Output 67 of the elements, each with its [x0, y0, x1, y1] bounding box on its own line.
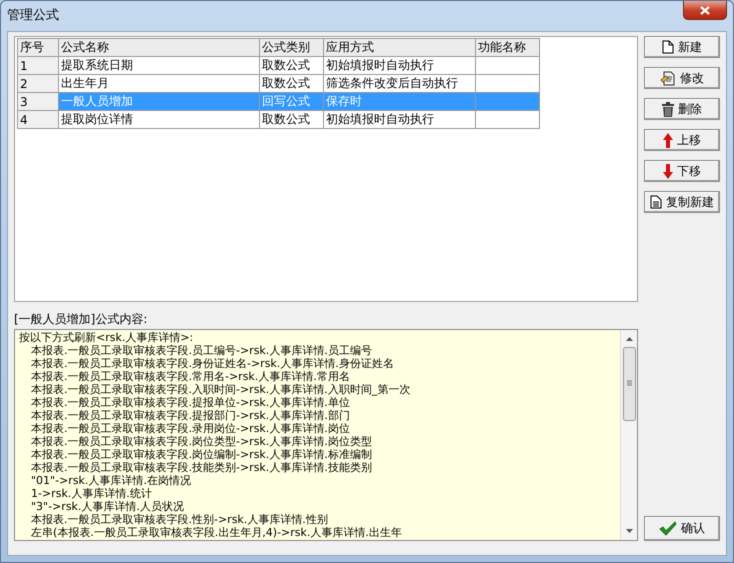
column-header[interactable]: 序号 [18, 38, 58, 56]
formula-line: 本报表.一般员工录取审核表字段.员工编号->rsk.人事库详情.员工编号 [30, 344, 373, 357]
table-row[interactable]: 1 提取系统日期 取数公式 初始填报时自动执行 [18, 56, 540, 74]
content-label: [一般人员增加]公式内容: [14, 311, 148, 328]
table-cell: 保存时 [324, 92, 476, 110]
table-row[interactable]: 4 提取岗位详情 取数公式 初始填报时自动执行 [18, 110, 540, 128]
formula-line: 本报表.一般员工录取审核表字段.岗位类型->rsk.人事库详情.岗位类型 [30, 435, 373, 448]
document-icon [650, 195, 662, 209]
table-cell [476, 110, 540, 128]
formula-line: "01"->rsk.人事库详情.在岗情况 [30, 474, 192, 487]
confirm-button[interactable]: 确认 [644, 516, 720, 541]
table-cell [476, 56, 540, 74]
formula-text-area[interactable] [14, 329, 638, 541]
checkmark-icon [659, 521, 677, 536]
table-cell: 取数公式 [260, 110, 324, 128]
table-cell: 取数公式 [260, 56, 324, 74]
table-cell: 2 [18, 74, 58, 92]
table-cell: 初始填报时自动执行 [324, 56, 476, 74]
table-cell: 取数公式 [260, 74, 324, 92]
table-row[interactable]: 2 出生年月 取数公式 筛选条件改变后自动执行 [18, 74, 540, 92]
table-cell: 出生年月 [58, 74, 260, 92]
table-cell: 1 [18, 56, 58, 74]
table-cell: 提取系统日期 [58, 56, 260, 74]
table-cell: 初始填报时自动执行 [324, 110, 476, 128]
trash-icon [662, 102, 674, 116]
table-cell: 回写公式 [260, 92, 324, 110]
table-cell: 筛选条件改变后自动执行 [324, 74, 476, 92]
formula-line: 本报表.一般员工录取审核表字段.录用岗位->rsk.人事库详情.岗位 [30, 422, 351, 435]
toolbar-button[interactable]: 上移 [644, 129, 720, 151]
table-cell: 一般人员增加 [58, 92, 260, 110]
close-icon [700, 6, 710, 14]
table-cell: 4 [18, 110, 58, 128]
document-pencil-icon [660, 70, 676, 86]
formula-line: 本报表.一般员工录取审核表字段.提报单位->rsk.人事库详情.单位 [30, 396, 351, 409]
formula-line: 1->rsk.人事库详情.统计 [30, 487, 153, 500]
formula-line: "3"->rsk.人事库详情.人员状况 [30, 500, 185, 513]
arrow-down-icon [663, 164, 673, 178]
toolbar-button[interactable]: 新建 [644, 36, 720, 58]
toolbar-button[interactable]: 复制新建 [644, 191, 720, 213]
table-cell: 提取岗位详情 [58, 110, 260, 128]
column-header[interactable]: 公式类别 [260, 38, 324, 56]
table-row[interactable]: 3 一般人员增加 回写公式 保存时 [18, 92, 540, 110]
column-header[interactable]: 公式名称 [58, 38, 260, 56]
formula-line: 本报表.一般员工录取审核表字段.入职时间->rsk.人事库详情.入职时间_第一次 [30, 383, 412, 396]
arrow-up-icon [663, 132, 673, 148]
close-button[interactable] [683, 1, 727, 20]
window-title: 管理公式 [7, 7, 59, 24]
formula-line: 本报表.一般员工录取审核表字段.常用名->rsk.人事库详情.常用名 [30, 370, 351, 383]
toolbar-button[interactable]: 下移 [644, 160, 720, 182]
scroll-down-icon[interactable] [626, 529, 632, 533]
formula-line: 本报表.一般员工录取审核表字段.岗位编制->rsk.人事库详情.标准编制 [30, 448, 373, 461]
column-header[interactable]: 功能名称 [476, 38, 540, 56]
table-cell [476, 92, 540, 110]
formula-line: 本报表.一般员工录取审核表字段.技能类别->rsk.人事库详情.技能类别 [30, 461, 373, 474]
scroll-up-icon[interactable] [626, 337, 632, 341]
formula-line: 本报表.一般员工录取审核表字段.性别->rsk.人事库详情.性别 [30, 513, 329, 526]
column-header[interactable]: 应用方式 [324, 38, 476, 56]
document-icon [662, 40, 674, 54]
table-cell: 3 [18, 92, 58, 110]
scroll-thumb-icon[interactable] [622, 347, 636, 421]
formula-line: 左串(本报表.一般员工录取审核表字段.出生年月,4)->rsk.人事库详情.出生年 [30, 526, 403, 539]
formula-line: 本报表.一般员工录取审核表字段.提报部门->rsk.人事库详情.部门 [30, 409, 351, 422]
toolbar-button[interactable]: 修改 [644, 67, 720, 89]
formula-line: 本报表.一般员工录取审核表字段.身份证姓名->rsk.人事库详情.身份证姓名 [30, 357, 395, 370]
toolbar-button[interactable]: 删除 [644, 98, 720, 120]
formula-line: 按以下方式刷新<rsk.人事库详情>: [19, 331, 194, 344]
table-cell [476, 74, 540, 92]
